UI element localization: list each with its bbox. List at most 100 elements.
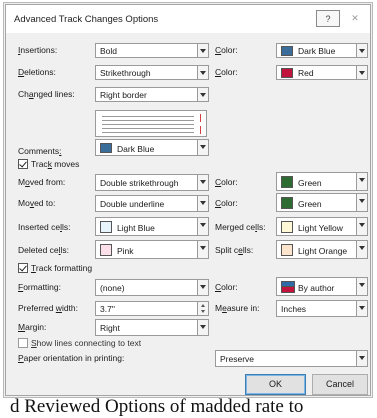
title-bar: Advanced Track Changes Options ? ✕ — [6, 5, 370, 33]
changed-lines-dropdown[interactable]: Right border — [95, 87, 209, 102]
moved-from-color-label: Color: — [215, 177, 238, 187]
merged-cells-label: Merged cells: — [215, 222, 266, 232]
chevron-down-icon — [197, 280, 208, 295]
ok-button[interactable]: OK — [245, 374, 306, 395]
color-swatch — [100, 244, 112, 256]
moved-from-dropdown[interactable]: Double strikethrough — [95, 174, 209, 191]
moved-from-value: Double strikethrough — [100, 178, 179, 188]
deleted-cells-label: Deleted cells: — [18, 245, 70, 255]
chevron-down-icon — [197, 218, 208, 235]
color-swatch — [281, 68, 293, 78]
show-lines-checkbox[interactable] — [18, 338, 28, 348]
chevron-down-icon — [356, 351, 367, 366]
moved-from-label: Moved from: — [18, 177, 66, 187]
track-moves-checkbox[interactable] — [18, 159, 28, 169]
chevron-down-icon — [197, 320, 208, 335]
help-button[interactable]: ? — [316, 10, 340, 27]
insertions-color-dropdown[interactable]: Dark Blue — [276, 43, 368, 58]
color-swatch — [281, 244, 293, 256]
preferred-width-spinner[interactable]: 3.7" — [95, 301, 209, 316]
comments-value: Dark Blue — [117, 144, 155, 154]
inserted-cells-value: Light Blue — [117, 223, 155, 233]
moved-to-value: Double underline — [100, 199, 165, 209]
comments-label: Comments: — [18, 146, 62, 156]
color-swatch — [100, 221, 112, 233]
measure-in-value: Inches — [281, 304, 307, 314]
insertions-color-value: Dark Blue — [298, 46, 336, 56]
spin-down-icon[interactable] — [197, 308, 208, 315]
color-swatch — [100, 143, 112, 153]
comments-color-dropdown[interactable]: Dark Blue — [95, 139, 209, 156]
chevron-down-icon — [356, 301, 367, 316]
measure-in-label: Measure in: — [215, 303, 260, 313]
chevron-down-icon — [356, 194, 367, 211]
moved-to-color-value: Green — [298, 199, 322, 209]
paper-orientation-dropdown[interactable]: Preserve — [215, 350, 368, 367]
track-formatting-checkbox[interactable] — [18, 263, 28, 273]
deleted-cells-dropdown[interactable]: Pink — [95, 240, 209, 259]
chevron-down-icon — [356, 44, 367, 57]
inserted-cells-dropdown[interactable]: Light Blue — [95, 217, 209, 236]
merged-cells-dropdown[interactable]: Light Yellow — [276, 217, 368, 236]
change-bar-mark — [200, 114, 201, 122]
split-cells-dropdown[interactable]: Light Orange — [276, 240, 368, 259]
measure-in-dropdown[interactable]: Inches — [276, 300, 368, 317]
formatting-dropdown[interactable]: (none) — [95, 279, 209, 296]
margin-label: Margin: — [18, 322, 47, 332]
split-cells-label: Split cells: — [215, 245, 254, 255]
dialog-title: Advanced Track Changes Options — [14, 14, 159, 25]
paper-orientation-label: Paper orientation in printing: — [18, 353, 125, 363]
color-swatch — [281, 221, 293, 233]
formatting-color-dropdown[interactable]: By author — [276, 277, 368, 296]
deletions-color-value: Red — [298, 68, 314, 78]
color-swatch — [281, 176, 293, 188]
chevron-down-icon — [356, 278, 367, 295]
preferred-width-value: 3.7" — [100, 304, 115, 314]
chevron-down-icon — [197, 140, 208, 155]
moved-to-color-label: Color: — [215, 198, 238, 208]
cancel-button[interactable]: Cancel — [312, 374, 368, 395]
track-formatting-label: Track formatting — [31, 263, 93, 273]
moved-from-color-value: Green — [298, 178, 322, 188]
insertions-color-label: Color: — [215, 45, 238, 55]
chevron-down-icon — [197, 175, 208, 190]
deletions-dropdown[interactable]: Strikethrough — [95, 65, 209, 80]
track-moves-label: Track moves — [31, 159, 80, 169]
moved-to-color-dropdown[interactable]: Green — [276, 193, 368, 212]
chevron-down-icon — [356, 173, 367, 190]
chevron-down-icon — [197, 44, 208, 57]
deletions-color-dropdown[interactable]: Red — [276, 65, 368, 80]
preferred-width-label: Preferred width: — [18, 303, 79, 313]
changed-lines-preview — [95, 110, 207, 137]
chevron-down-icon — [197, 241, 208, 258]
advanced-track-changes-dialog: Advanced Track Changes Options ? ✕ Inser… — [5, 4, 371, 396]
formatting-label: Formatting: — [18, 282, 61, 292]
deletions-color-label: Color: — [215, 67, 238, 77]
deletions-value: Strikethrough — [100, 68, 151, 78]
color-swatch — [281, 197, 293, 209]
chevron-down-icon — [197, 196, 208, 211]
formatting-color-value: By author — [298, 283, 335, 293]
chevron-down-icon — [356, 218, 367, 235]
paper-orientation-value: Preserve — [220, 354, 255, 364]
close-button[interactable]: ✕ — [344, 10, 366, 27]
margin-dropdown[interactable]: Right — [95, 319, 209, 336]
formatting-color-label: Color: — [215, 282, 238, 292]
moved-from-color-dropdown[interactable]: Green — [276, 172, 368, 191]
insertions-label: Insertions: — [18, 45, 58, 55]
margin-value: Right — [100, 323, 120, 333]
insertions-value: Bold — [100, 46, 118, 56]
by-author-swatch-top — [281, 281, 295, 287]
background-document-text: d Reviewed Options of madded rate to — [10, 396, 304, 417]
changed-lines-label: Changed lines: — [18, 89, 75, 99]
formatting-value: (none) — [100, 283, 125, 293]
moved-to-dropdown[interactable]: Double underline — [95, 195, 209, 212]
chevron-down-icon — [356, 66, 367, 79]
insertions-dropdown[interactable]: Bold — [95, 43, 209, 58]
moved-to-label: Moved to: — [18, 198, 56, 208]
chevron-down-icon — [197, 66, 208, 79]
merged-cells-value: Light Yellow — [298, 223, 343, 233]
split-cells-value: Light Orange — [298, 246, 348, 256]
deletions-label: Deletions: — [18, 67, 56, 77]
chevron-down-icon — [356, 241, 367, 258]
